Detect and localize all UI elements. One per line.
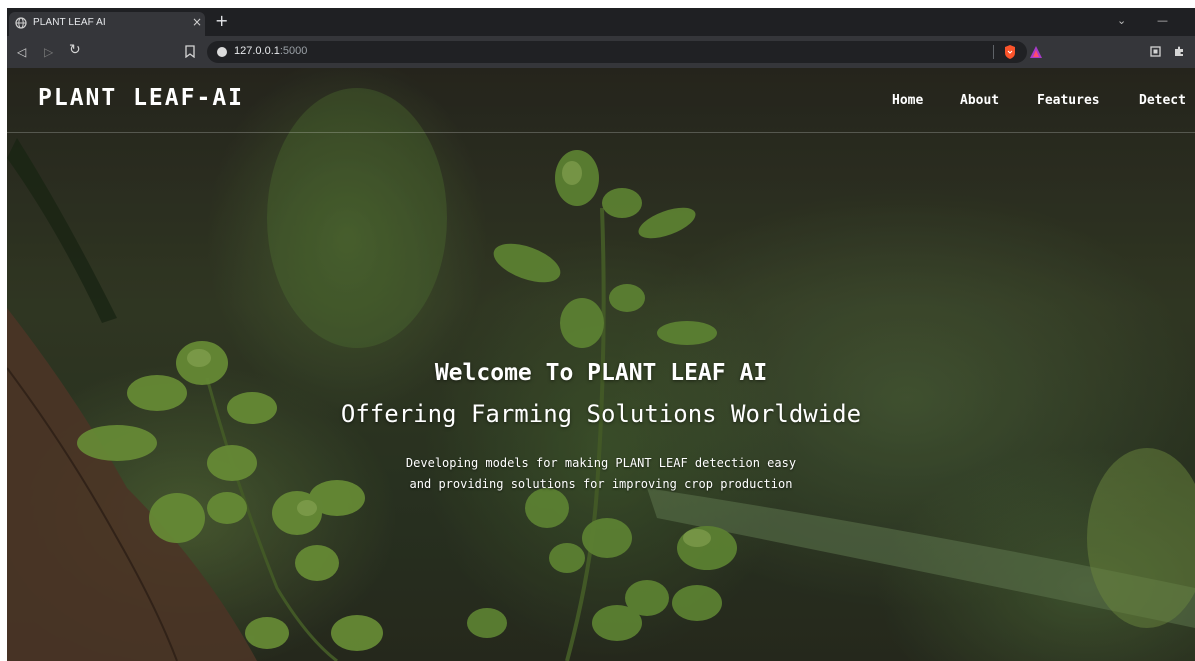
hero-description-line: and providing solutions for improving cr… [409, 477, 793, 491]
hero-subtitle: Offering Farming Solutions Worldwide [340, 400, 862, 428]
nav-link-about[interactable]: About [960, 93, 999, 108]
tab-title: PLANT LEAF AI [33, 17, 106, 28]
url-port: :5000 [279, 45, 308, 57]
info-icon[interactable] [217, 47, 227, 57]
browser-window: PLANT LEAF AI × + ⌄ — ◁ ▷ ↻ 127.0.0.1:50… [7, 8, 1195, 661]
hero-title: Welcome To PLANT LEAF AI [434, 360, 768, 386]
puzzle-icon[interactable] [1173, 45, 1185, 57]
bookmark-icon[interactable] [185, 45, 195, 58]
nav-link-features[interactable]: Features [1037, 93, 1100, 108]
address-bar[interactable]: 127.0.0.1:5000 [207, 41, 1042, 63]
back-icon[interactable]: ◁ [17, 45, 26, 59]
toolbar-divider [993, 45, 994, 59]
hero-description: Developing models for making PLANT LEAF … [7, 453, 1195, 495]
reload-icon[interactable]: ↻ [69, 43, 81, 57]
page-viewport: PLANT LEAF-AI Home About Features Detect… [7, 68, 1195, 661]
brave-shield-icon[interactable] [1003, 44, 1017, 60]
tab-close-icon[interactable]: × [192, 15, 202, 29]
new-tab-icon[interactable]: + [215, 13, 228, 29]
nav-link-detect[interactable]: Detect [1139, 93, 1186, 108]
brave-rewards-icon[interactable] [1029, 45, 1043, 59]
url-text: 127.0.0.1:5000 [234, 45, 307, 57]
globe-icon [15, 17, 27, 29]
minimize-icon[interactable]: — [1157, 14, 1168, 27]
tab-strip: PLANT LEAF AI × + ⌄ — [7, 8, 1195, 36]
browser-tab[interactable]: PLANT LEAF AI × [9, 12, 205, 36]
extensions-icon[interactable] [1150, 46, 1161, 57]
site-brand[interactable]: PLANT LEAF-AI [38, 85, 244, 111]
nav-link-home[interactable]: Home [892, 93, 923, 108]
forward-icon[interactable]: ▷ [44, 45, 53, 59]
browser-toolbar: ◁ ▷ ↻ 127.0.0.1:5000 [7, 36, 1195, 68]
hero-description-line: Developing models for making PLANT LEAF … [405, 456, 797, 470]
chevron-down-icon[interactable]: ⌄ [1117, 14, 1126, 27]
site-navbar: PLANT LEAF-AI Home About Features Detect [7, 68, 1195, 133]
url-host: 127.0.0.1 [234, 45, 280, 57]
